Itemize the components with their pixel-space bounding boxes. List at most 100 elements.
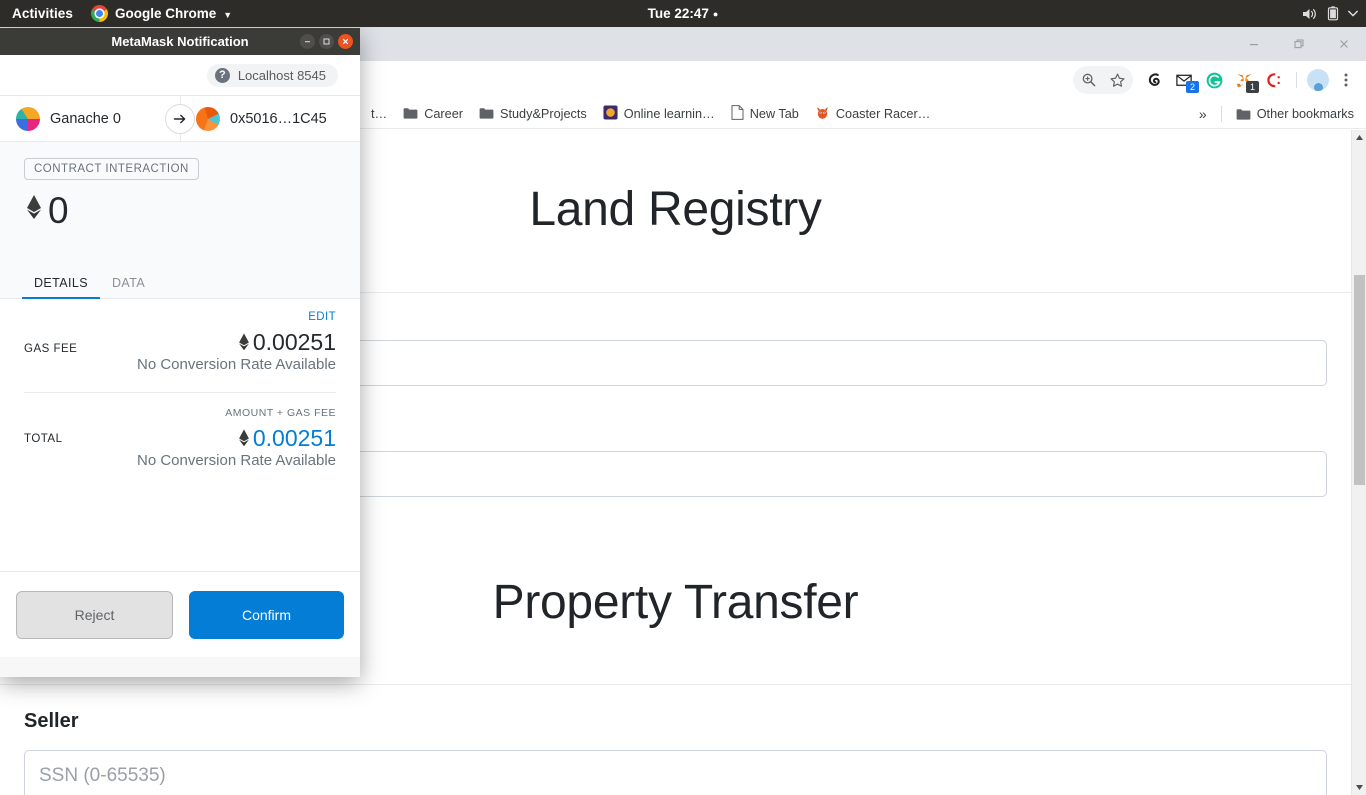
bookmark-label: Career — [424, 106, 463, 121]
accounts-row: Ganache 0 0x5016…1C45 — [0, 95, 360, 142]
close-button[interactable] — [1321, 27, 1366, 61]
total-label: TOTAL — [24, 433, 63, 445]
chrome-logo-icon — [91, 5, 109, 22]
system-menu-caret-icon — [1348, 10, 1358, 17]
metamask-title-bar[interactable]: MetaMask Notification — [0, 28, 360, 55]
extension-grammarly-icon[interactable] — [1199, 66, 1229, 94]
volume-icon — [1302, 7, 1318, 21]
folder-icon — [403, 107, 418, 120]
bookmark-item-study-projects[interactable]: Study&Projects — [471, 102, 595, 126]
tab-data[interactable]: DATA — [100, 270, 157, 299]
page-scrollbar[interactable] — [1351, 130, 1366, 795]
zoom-icon[interactable] — [1075, 66, 1103, 94]
chevron-down-icon: ▼ — [223, 9, 233, 20]
other-bookmarks-label: Other bookmarks — [1256, 107, 1354, 121]
from-account-identicon — [16, 106, 40, 131]
extension-chameleon-icon[interactable] — [1139, 66, 1169, 94]
bookmark-star-icon[interactable] — [1103, 66, 1131, 94]
bookmark-item-0[interactable]: t… — [363, 102, 395, 126]
bookmarks-overflow-area: » Other bookmarks — [1184, 99, 1362, 128]
scrollbar-thumb[interactable] — [1354, 275, 1365, 485]
app-menu-label: Google Chrome — [115, 6, 217, 21]
network-row: ? Localhost 8545 — [0, 55, 360, 95]
ethereum-icon — [24, 190, 44, 232]
to-account[interactable]: 0x5016…1C45 — [180, 106, 360, 131]
page-icon — [731, 104, 744, 123]
restore-button[interactable] — [1276, 27, 1321, 61]
metamask-window-controls — [300, 28, 353, 55]
metamask-actions: Reject Confirm — [0, 571, 360, 657]
transaction-amount-value: 0 — [48, 190, 69, 231]
maximize-icon[interactable] — [319, 34, 334, 49]
network-selector[interactable]: ? Localhost 8545 — [206, 63, 338, 87]
tab-details[interactable]: DETAILS — [22, 270, 100, 299]
bookmark-label: t… — [371, 106, 388, 121]
site-icon — [603, 104, 618, 123]
bookmark-item-new-tab[interactable]: New Tab — [723, 102, 807, 126]
system-tray[interactable] — [1302, 0, 1358, 27]
window-controls — [1231, 27, 1366, 61]
chrome-menu-icon[interactable] — [1332, 66, 1360, 94]
minimize-icon[interactable] — [300, 34, 315, 49]
scroll-down-arrow-icon[interactable] — [1352, 780, 1366, 795]
from-account[interactable]: Ganache 0 — [0, 106, 180, 131]
confirm-button[interactable]: Confirm — [189, 590, 344, 639]
total-subtext: No Conversion Rate Available — [136, 452, 336, 469]
transaction-header: CONTRACT INTERACTION 0 DETAILS DATA — [0, 142, 360, 299]
total-value-wrap: 0.00251 — [63, 425, 336, 452]
ethereum-icon — [238, 333, 249, 351]
bookmark-label: Online learnin… — [623, 106, 715, 121]
bookmark-label: Coaster Racer… — [835, 106, 931, 121]
reject-button[interactable]: Reject — [16, 590, 173, 639]
bookmark-label: New Tab — [749, 106, 799, 121]
metamask-tabs: DETAILS DATA — [0, 270, 360, 299]
to-account-identicon — [196, 106, 220, 131]
edit-gas-link[interactable]: EDIT — [24, 299, 336, 323]
battery-icon — [1327, 6, 1339, 21]
ethereum-icon — [238, 429, 249, 447]
gas-fee-value: 0.00251 — [252, 329, 336, 355]
metamask-notification-window: MetaMask Notification ? Localhost 8545 G… — [0, 28, 360, 677]
extension-mail-icon[interactable]: 2 — [1169, 66, 1199, 94]
question-icon: ? — [214, 67, 230, 83]
clock-label: Tue 22:47 — [647, 6, 709, 21]
folder-icon — [1236, 108, 1251, 121]
extension-metamask-icon[interactable]: 1 — [1229, 66, 1259, 94]
gas-fee-label: GAS FEE — [24, 343, 78, 355]
other-bookmarks-button[interactable]: Other bookmarks — [1228, 102, 1362, 126]
app-menu-button[interactable]: Google Chrome ▼ — [83, 5, 240, 22]
scroll-up-arrow-icon[interactable] — [1352, 130, 1366, 145]
bookmark-label: Study&Projects — [500, 106, 587, 121]
extension-colorzilla-icon[interactable] — [1259, 66, 1289, 94]
to-account-label: 0x5016…1C45 — [230, 110, 327, 127]
gnome-top-bar: Activities Google Chrome ▼ Tue 22:47 ● — [0, 0, 1366, 27]
bookmark-item-coaster-racer[interactable]: Coaster Racer… — [807, 102, 938, 126]
gas-fee-value-wrap: 0.00251 — [77, 329, 336, 356]
total-value: 0.00251 — [252, 425, 336, 451]
seller-label: Seller — [24, 710, 79, 732]
bookmark-item-online-learning[interactable]: Online learnin… — [595, 102, 723, 126]
mail-badge: 2 — [1186, 81, 1199, 93]
activities-button[interactable]: Activities — [0, 0, 83, 27]
gas-fee-subtext: No Conversion Rate Available — [136, 356, 336, 373]
details-panel: EDIT GAS FEE 0.00251 No Conversion Rate … — [0, 299, 360, 571]
site-icon — [815, 105, 830, 123]
bookmark-divider — [1220, 106, 1222, 122]
notification-dot-icon: ● — [712, 8, 719, 19]
toolbar-right-actions: 2 1 — [1073, 61, 1360, 99]
toolbar-divider — [1296, 72, 1297, 88]
bookmarks-overflow-button[interactable]: » — [1191, 106, 1215, 122]
from-account-label: Ganache 0 — [50, 110, 121, 127]
transaction-type-badge: CONTRACT INTERACTION — [24, 158, 199, 180]
profile-avatar-icon[interactable] — [1304, 66, 1332, 94]
seller-ssn-placeholder: SSN (0-65535) — [39, 765, 166, 786]
bookmark-item-career[interactable]: Career — [395, 102, 471, 126]
total-row: TOTAL AMOUNT + GAS FEE 0.00251 No Conver… — [24, 393, 336, 470]
seller-ssn-input[interactable]: SSN (0-65535) — [24, 750, 1327, 795]
folder-icon — [479, 107, 494, 120]
close-icon[interactable] — [338, 34, 353, 49]
minimize-button[interactable] — [1231, 27, 1276, 61]
arrow-right-icon — [165, 103, 195, 134]
omnibox-actions — [1073, 66, 1133, 94]
metamask-footer — [0, 657, 360, 677]
